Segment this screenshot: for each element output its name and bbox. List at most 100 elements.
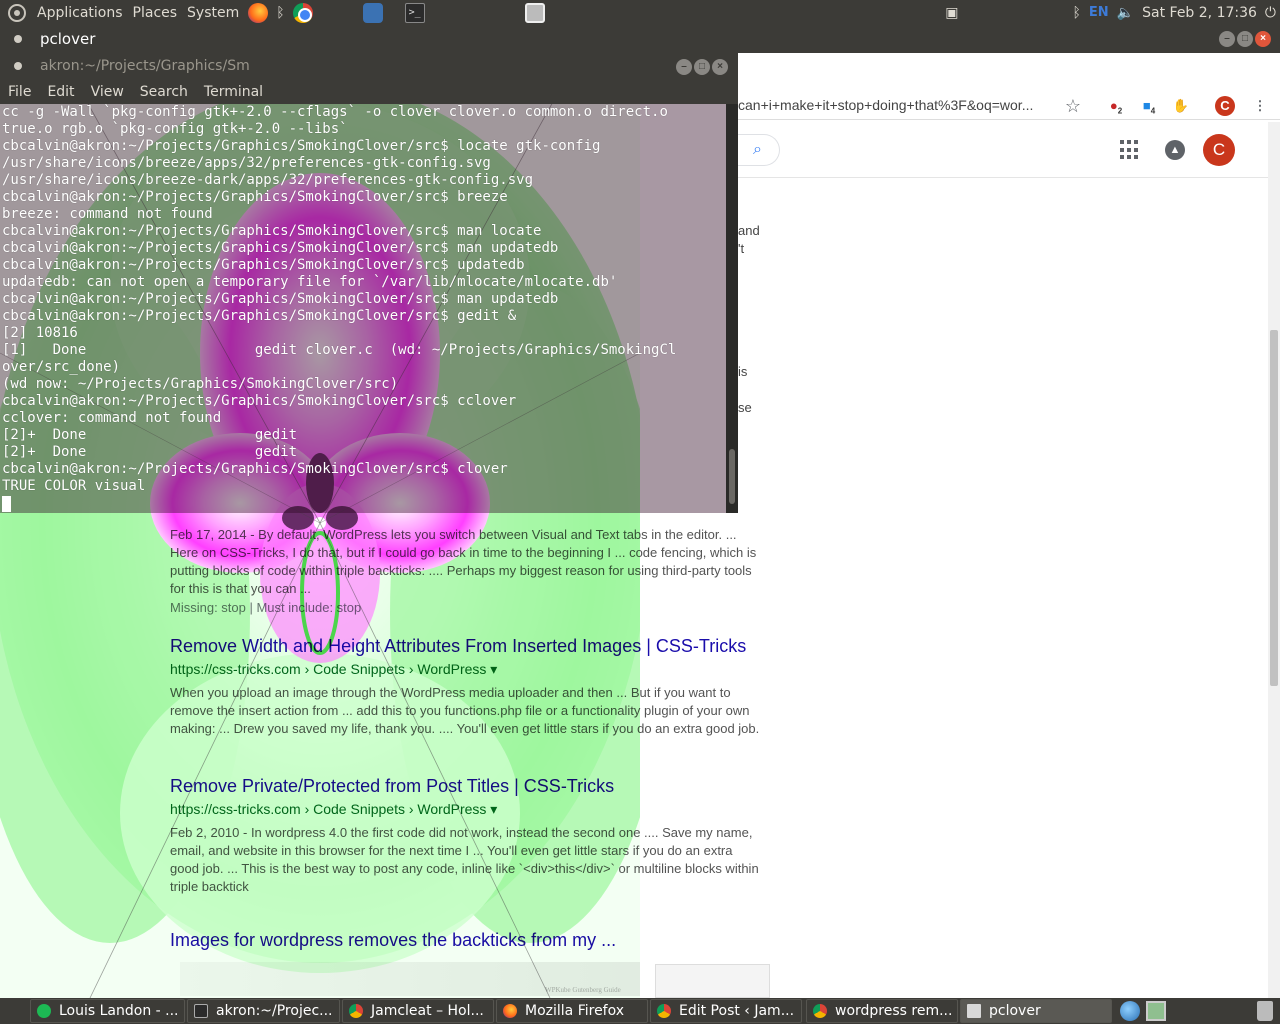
menu-search[interactable]: Search xyxy=(132,84,196,100)
image-thumbnail[interactable] xyxy=(655,964,770,998)
keyboard-layout-indicator[interactable]: EN xyxy=(1089,5,1109,20)
menu-edit[interactable]: Edit xyxy=(39,84,82,100)
close-button[interactable]: × xyxy=(712,59,728,75)
menu-terminal[interactable]: Terminal xyxy=(196,84,271,100)
bluetooth-launcher-icon[interactable]: ᛒ xyxy=(276,5,284,21)
screen-lock-icon[interactable]: ▣ xyxy=(945,5,958,21)
result-url[interactable]: https://css-tricks.com › Code Snippets ›… xyxy=(170,661,760,678)
terminal-line: cbcalvin@akron:~/Projects/Graphics/Smoki… xyxy=(2,461,508,477)
menu-places[interactable]: Places xyxy=(128,5,183,21)
terminal-line: /usr/share/icons/breeze-dark/apps/32/pre… xyxy=(2,172,534,188)
result-title-link[interactable]: Images for wordpress removes the backtic… xyxy=(170,930,760,951)
terminal-titlebar[interactable]: akron:~/Projects/Graphics/Sm – □ × xyxy=(0,53,738,80)
omnibox-url[interactable]: can+i+make+it+stop+doing+that%3F&oq=wor.… xyxy=(738,97,1033,113)
window-icon xyxy=(967,1004,981,1018)
page-scrollbar[interactable] xyxy=(1268,122,1280,998)
panel-tray: ▣ ᛒ EN 🔈 Sat Feb 2, 17:36 ⏻ xyxy=(941,0,1280,25)
task-label: Louis Landon - ... xyxy=(59,1003,179,1019)
chrome-launcher-icon[interactable] xyxy=(292,2,313,23)
terminal-line: cbcalvin@akron:~/Projects/Graphics/Smoki… xyxy=(2,138,601,154)
search-button[interactable]: ⌕ xyxy=(736,134,780,166)
snippet-fragment: 't xyxy=(738,241,745,256)
terminal-line: (wd now: ~/Projects/Graphics/SmokingClov… xyxy=(2,376,399,392)
volume-icon[interactable]: 🔈 xyxy=(1117,5,1134,21)
task-spotify[interactable]: Louis Landon - ... xyxy=(30,999,185,1023)
window-menu-icon[interactable] xyxy=(14,62,22,70)
terminal-launcher-icon[interactable]: >_ xyxy=(404,2,425,23)
trash-icon[interactable] xyxy=(1257,1001,1273,1021)
snippet-fragment: is xyxy=(738,364,748,379)
screenshot-launcher-icon[interactable] xyxy=(524,2,545,23)
search-result: Feb 17, 2014 - By default, WordPress let… xyxy=(170,520,760,615)
result-title-link[interactable]: Remove Private/Protected from Post Title… xyxy=(170,776,760,797)
show-desktop-icon[interactable] xyxy=(1146,1001,1166,1021)
search-icon: ⌕ xyxy=(753,141,762,158)
terminal-output[interactable]: cc -g -Wall `pkg-config gtk+-2.0 --cflag… xyxy=(0,104,726,513)
task-pclover[interactable]: pclover xyxy=(960,999,1112,1023)
chrome-menu-icon[interactable]: ⋮ xyxy=(1250,96,1270,116)
task-chrome-jamcleat[interactable]: Jamcleat – Hol... xyxy=(342,999,494,1023)
window-menu-icon[interactable] xyxy=(14,35,22,43)
firefox-launcher-icon[interactable] xyxy=(248,2,269,23)
taskbar: Louis Landon - ... akron:~/Projec... Jam… xyxy=(0,998,1280,1024)
task-firefox[interactable]: Mozilla Firefox xyxy=(496,999,648,1023)
terminal-line: cbcalvin@akron:~/Projects/Graphics/Smoki… xyxy=(2,308,517,324)
snippet-fragment: and xyxy=(738,223,760,238)
bluetooth-icon[interactable]: ᛒ xyxy=(1073,5,1081,21)
result-snippet: Feb 2, 2010 - In wordpress 4.0 the first… xyxy=(170,825,759,894)
terminal-line: breeze: command not found xyxy=(2,206,213,222)
ext-gnome-icon[interactable]: ✋ xyxy=(1171,96,1191,116)
task-chrome-wordpress[interactable]: wordpress rem... xyxy=(806,999,958,1023)
menu-file[interactable]: File xyxy=(0,84,39,100)
terminal-line: cbcalvin@akron:~/Projects/Graphics/Smoki… xyxy=(2,240,559,256)
result-missing-terms[interactable]: Missing: stop | Must include: stop xyxy=(170,600,760,615)
chrome-icon xyxy=(349,1004,363,1018)
power-icon[interactable]: ⏻ xyxy=(1265,5,1276,21)
maximize-button[interactable]: □ xyxy=(1237,31,1253,47)
ext-badge-2: 4 xyxy=(1150,106,1156,116)
menu-applications[interactable]: Applications xyxy=(32,5,128,21)
ext-s-icon[interactable]: ■4 xyxy=(1139,96,1159,116)
profile-avatar[interactable]: C xyxy=(1215,96,1235,116)
terminal-line: [2]+ Done gedit xyxy=(2,427,298,443)
terminal-line: cbcalvin@akron:~/Projects/Graphics/Smoki… xyxy=(2,257,525,273)
task-terminal[interactable]: akron:~/Projec... xyxy=(187,999,340,1023)
terminal-window: akron:~/Projects/Graphics/Sm – □ × File … xyxy=(0,53,738,513)
ubuntu-logo-icon[interactable] xyxy=(8,3,26,22)
terminal-line: [2] 10816 xyxy=(2,325,78,341)
minimize-button[interactable]: – xyxy=(1219,31,1235,47)
pclover-titlebar[interactable]: pclover – □ × xyxy=(0,25,1280,53)
terminal-scrollbar[interactable] xyxy=(726,104,738,513)
minimize-button[interactable]: – xyxy=(676,59,692,75)
thunderbird-launcher-icon[interactable] xyxy=(362,2,383,23)
close-button[interactable]: × xyxy=(1255,31,1271,47)
search-result: Remove Private/Protected from Post Title… xyxy=(170,776,760,896)
notifications-bell-icon[interactable]: ▲ xyxy=(1165,140,1185,160)
terminal-title: akron:~/Projects/Graphics/Sm xyxy=(40,58,250,74)
network-globe-icon[interactable] xyxy=(1120,1001,1140,1021)
maximize-button[interactable]: □ xyxy=(694,59,710,75)
terminal-line: cbcalvin@akron:~/Projects/Graphics/Smoki… xyxy=(2,223,542,239)
task-chrome-edit-post[interactable]: Edit Post ‹ Jam... xyxy=(650,999,802,1023)
snippet-fragment: se xyxy=(738,400,752,415)
image-caption: WPKube Gutenberg Guide xyxy=(545,986,621,994)
menu-view[interactable]: View xyxy=(83,84,132,100)
apps-grid-icon[interactable] xyxy=(1120,140,1140,160)
google-account-avatar[interactable]: C xyxy=(1203,134,1235,166)
result-url[interactable]: https://css-tricks.com › Code Snippets ›… xyxy=(170,801,760,818)
top-panel: Applications Places System ᛒ >_ ▣ ᛒ EN 🔈… xyxy=(0,0,1280,25)
menu-system[interactable]: System xyxy=(182,5,244,21)
image-results-header: Images for wordpress removes the backtic… xyxy=(170,930,760,951)
clock[interactable]: Sat Feb 2, 17:36 xyxy=(1142,5,1257,21)
bookmark-star-icon[interactable]: ☆ xyxy=(1063,96,1083,116)
terminal-scroll-thumb[interactable] xyxy=(729,449,735,504)
page-scroll-thumb[interactable] xyxy=(1270,330,1278,686)
firefox-icon xyxy=(503,1004,517,1018)
terminal-line: TRUE COLOR visual xyxy=(2,478,146,494)
chrome-icon xyxy=(657,1004,671,1018)
result-snippet: Feb 17, 2014 - By default, WordPress let… xyxy=(170,527,757,596)
ext-adblock-icon[interactable]: ●2 xyxy=(1106,96,1126,116)
result-title-link[interactable]: Remove Width and Height Attributes From … xyxy=(170,636,760,657)
terminal-line: /usr/share/icons/breeze/apps/32/preferen… xyxy=(2,155,491,171)
task-label: pclover xyxy=(989,1003,1041,1019)
